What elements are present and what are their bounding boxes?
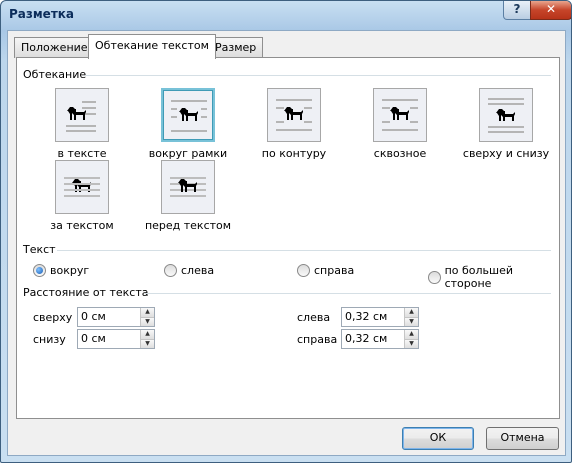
wrap-option-tight[interactable]: по контуру [239,88,349,160]
spin-down-icon[interactable]: ▼ [405,316,418,326]
distance-left-row: слева 0,32 см ▲ ▼ [297,307,419,327]
spin-up-icon[interactable]: ▲ [405,330,418,339]
tab-position[interactable]: Положение [14,37,95,58]
dialog-client-area: Положение Обтекание текстом Размер Обтек… [7,30,566,456]
through-wrap-icon [382,99,418,131]
tab-size[interactable]: Размер [208,37,264,58]
text-heading: Текст [23,243,60,256]
cancel-button[interactable]: Отмена [486,427,559,450]
radio-circle[interactable] [428,270,441,284]
distance-top-spinner[interactable]: 0 см ▲ ▼ [77,307,155,327]
close-button[interactable]: ✕ [530,1,571,20]
radio-label: справа [314,264,355,277]
distance-left-spinner[interactable]: 0,32 см ▲ ▼ [341,307,419,327]
wrap-option-label: перед текстом [144,219,232,232]
radio-circle[interactable] [164,264,177,277]
help-button[interactable]: ? [503,1,531,20]
distance-top-label: сверху [33,310,73,324]
layout-dialog: Разметка ? ✕ Положение Обтекание текстом… [0,0,572,463]
dialog-title: Разметка [9,7,75,21]
distance-bottom-spinner[interactable]: 0 см ▲ ▼ [77,329,155,349]
behind-text-icon [64,177,100,197]
distance-left-value[interactable]: 0,32 см [342,308,404,326]
distance-left-label: слева [297,310,331,324]
radio-right[interactable]: справа [297,264,354,277]
top-bottom-wrap-icon [488,98,524,133]
wrap-option-label: сквозное [373,147,427,160]
in-front-text-icon [170,177,206,197]
wrapping-heading: Обтекание [23,68,91,81]
wrap-option-through[interactable]: сквозное [345,88,455,160]
spin-up-icon[interactable]: ▲ [405,308,418,317]
distance-right-value[interactable]: 0,32 см [342,330,404,348]
radio-label: по большей стороне [444,264,514,290]
distance-heading: Расстояние от текста [23,286,153,299]
wrap-option-label: в тексте [57,147,107,160]
wrap-option-label: вокруг рамки [148,147,228,160]
distance-right-spinner[interactable]: 0,32 см ▲ ▼ [341,329,419,349]
distance-divider [145,293,551,294]
tab-text-wrapping[interactable]: Обтекание текстом [88,34,216,59]
spin-up-icon[interactable]: ▲ [141,308,154,317]
title-bar[interactable]: Разметка ? ✕ [1,1,571,29]
wrap-option-behind[interactable]: за текстом [27,160,137,232]
square-wrap-icon [171,100,207,132]
wrap-option-inline[interactable]: в тексте [27,88,137,160]
wrap-option-label: сверху и снизу [462,147,550,160]
spin-down-icon[interactable]: ▼ [141,338,154,348]
wrap-option-in-front[interactable]: перед текстом [133,160,243,232]
distance-right-row: справа 0,32 см ▲ ▼ [297,329,419,349]
wrapping-divider [85,75,551,76]
ok-button[interactable]: ОК [402,427,474,450]
wrap-option-label: за текстом [50,219,114,232]
distance-right-label: справа [297,332,338,346]
inline-wrap-icon [66,101,96,132]
wrap-option-square[interactable]: вокруг рамки [133,88,243,160]
radio-around[interactable]: вокруг [33,264,89,277]
distance-top-value[interactable]: 0 см [78,308,140,326]
radio-circle[interactable] [297,264,310,277]
wrap-option-label: по контуру [261,147,327,160]
distance-bottom-row: снизу 0 см ▲ ▼ [33,329,155,349]
spin-up-icon[interactable]: ▲ [141,330,154,339]
radio-circle[interactable] [33,264,46,277]
spin-down-icon[interactable]: ▼ [405,338,418,348]
spin-down-icon[interactable]: ▼ [141,316,154,326]
radio-label: слева [181,264,215,277]
radio-label: вокруг [50,264,90,277]
distance-top-row: сверху 0 см ▲ ▼ [33,307,155,327]
radio-largest-side[interactable]: по большей стороне [428,264,559,290]
distance-bottom-value[interactable]: 0 см [78,330,140,348]
wrapping-panel: Обтекание в тексте вокруг рамки по конту… [16,57,560,419]
radio-left[interactable]: слева [164,264,214,277]
distance-bottom-label: снизу [33,332,66,346]
wrap-option-top-bottom[interactable]: сверху и снизу [451,88,561,160]
tight-wrap-icon [276,99,312,131]
text-divider [57,250,551,251]
